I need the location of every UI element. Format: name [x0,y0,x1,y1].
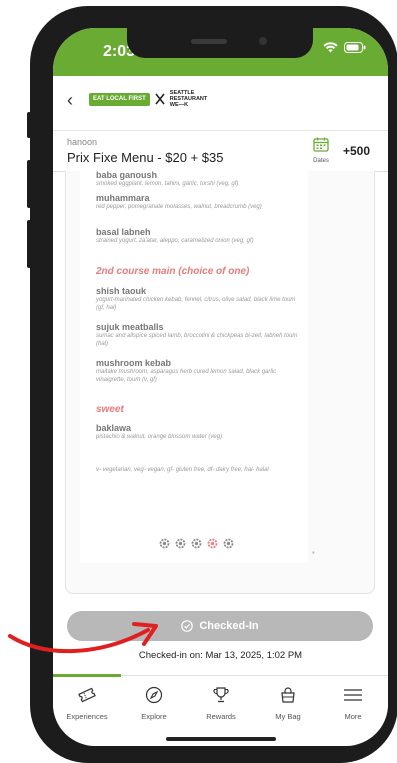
battery-icon [344,42,366,53]
restaurant-name: hanoon [67,137,98,147]
trophy-icon [213,687,229,703]
seattle-restaurant-week-logo: SEATTLE RESTAURANT WE—K [169,90,208,108]
tab-more[interactable]: More [321,686,385,721]
menu-card[interactable]: baba ganoush smoked eggplant, lemon, tah… [65,170,375,594]
menu-title: Prix Fixe Menu - $20 + $35 [67,150,224,165]
menu-item: muhammara red pepper, pomegranate molass… [96,193,262,210]
compass-icon [145,686,163,704]
menu-item: baklawa pistachio & walnut, orange bloss… [96,423,223,440]
page-dot-icon[interactable] [159,538,170,549]
volume-up-button [27,160,31,208]
page-dot-icon[interactable] [191,538,202,549]
dates-label: Dates [313,158,329,164]
page-dot-active-icon[interactable] [207,538,218,549]
calendar-icon [313,137,329,152]
status-bar: 2:03 [53,28,388,76]
section-heading-main: 2nd course main (choice of one) [96,266,250,277]
menu-item: shish taouk yogurt-marinated chicken keb… [96,286,296,311]
active-tab-indicator [53,674,121,677]
page-dot-icon[interactable] [175,538,186,549]
tab-rewards[interactable]: Rewards [189,686,253,721]
tab-my-bag[interactable]: My Bag [256,686,320,721]
menu-item: baba ganoush smoked eggplant, lemon, tah… [96,170,239,187]
menu-item: mushroom kebab maitake mushroom, asparag… [96,358,277,383]
back-button[interactable]: ‹ [67,90,73,111]
tab-explore[interactable]: Explore [122,686,186,721]
annotation-arrow-icon [8,622,158,654]
menu-item: sujuk meatballs sumac and allspice spice… [96,322,298,347]
points-badge: +500 [343,144,371,158]
ticket-icon [78,687,96,703]
notch [127,28,313,58]
srw-logo: EAT LOCAL FIRST SEATTLE RESTAURANT WE—K [89,90,208,108]
wifi-icon [323,42,338,53]
dates-button[interactable]: Dates [309,137,333,164]
page-indicator [159,538,234,549]
mute-switch [27,112,31,138]
menu-image[interactable]: baba ganoush smoked eggplant, lemon, tah… [80,170,315,563]
dietary-footnote: v- vegetarian, veg- vegan, gf- gluten fr… [96,467,269,473]
page-dot-icon[interactable] [223,538,234,549]
tab-bar: Experiences Explore Rewards My Bag More [53,674,388,730]
fork-knife-icon [155,93,165,105]
bag-icon [281,687,295,703]
status-icons [323,42,366,53]
nav-bar: ‹ EAT LOCAL FIRST SEATTLE RESTAURANT WE—… [53,76,388,131]
menu-item: basal labneh strained yogurt, za'atar, a… [96,227,254,244]
asterisk-mark: * [312,551,315,558]
eat-local-first-logo: EAT LOCAL FIRST [89,92,150,106]
section-heading-sweet: sweet [96,404,124,415]
menu-header: hanoon Prix Fixe Menu - $20 + $35 Dates … [53,131,388,172]
checked-in-label: Checked-In [199,620,259,632]
tab-experiences[interactable]: Experiences [55,686,119,721]
volume-down-button [27,220,31,268]
home-indicator [166,737,276,741]
menu-icon [344,689,362,701]
